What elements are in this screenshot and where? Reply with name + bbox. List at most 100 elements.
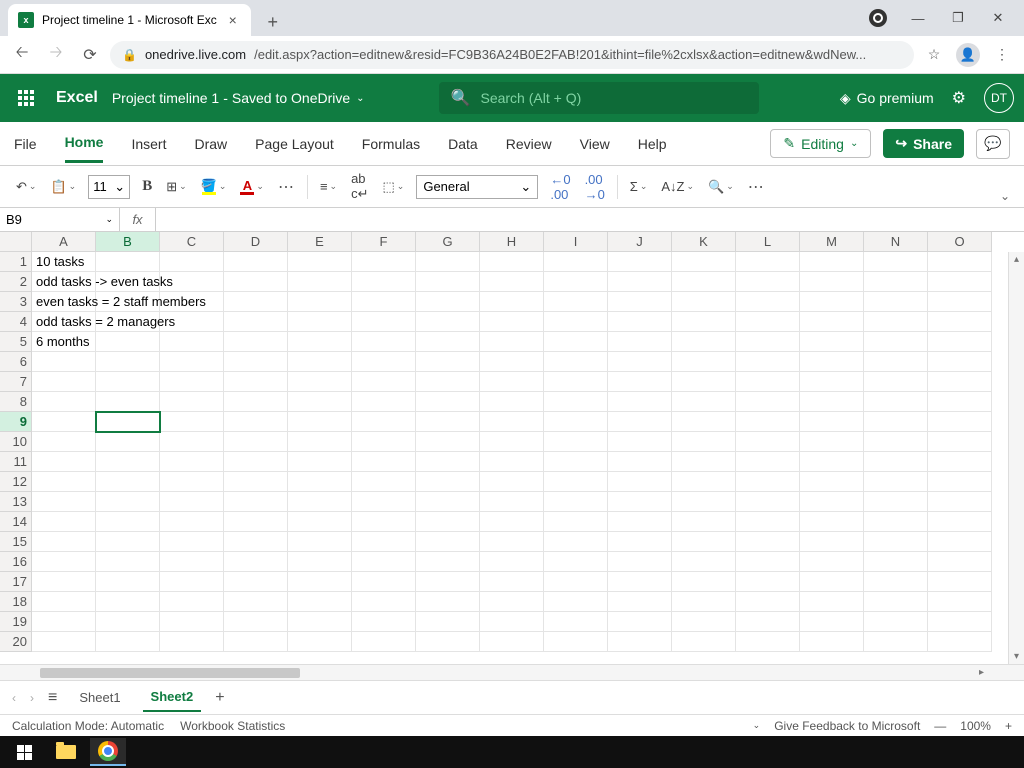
cell-J19[interactable] bbox=[608, 612, 672, 632]
cell-H8[interactable] bbox=[480, 392, 544, 412]
cell-A6[interactable] bbox=[32, 352, 96, 372]
cell-K19[interactable] bbox=[672, 612, 736, 632]
cell-D9[interactable] bbox=[224, 412, 288, 432]
cell-I5[interactable] bbox=[544, 332, 608, 352]
row-header-7[interactable]: 7 bbox=[0, 372, 32, 392]
cell-G12[interactable] bbox=[416, 472, 480, 492]
cell-F11[interactable] bbox=[352, 452, 416, 472]
cell-I2[interactable] bbox=[544, 272, 608, 292]
cell-F10[interactable] bbox=[352, 432, 416, 452]
cell-F15[interactable] bbox=[352, 532, 416, 552]
cell-N8[interactable] bbox=[864, 392, 928, 412]
col-header-E[interactable]: E bbox=[288, 232, 352, 252]
cell-M15[interactable] bbox=[800, 532, 864, 552]
cell-M14[interactable] bbox=[800, 512, 864, 532]
cell-B10[interactable] bbox=[96, 432, 160, 452]
app-launcher-button[interactable] bbox=[10, 82, 42, 114]
cell-J17[interactable] bbox=[608, 572, 672, 592]
fx-label[interactable]: fx bbox=[120, 208, 156, 231]
cell-K6[interactable] bbox=[672, 352, 736, 372]
cell-C12[interactable] bbox=[160, 472, 224, 492]
cell-J7[interactable] bbox=[608, 372, 672, 392]
cell-B19[interactable] bbox=[96, 612, 160, 632]
cell-F12[interactable] bbox=[352, 472, 416, 492]
cell-E6[interactable] bbox=[288, 352, 352, 372]
cell-C11[interactable] bbox=[160, 452, 224, 472]
cell-F16[interactable] bbox=[352, 552, 416, 572]
increase-decimal-button[interactable]: .00→0 bbox=[583, 174, 607, 200]
cell-F18[interactable] bbox=[352, 592, 416, 612]
cell-I20[interactable] bbox=[544, 632, 608, 652]
cell-K13[interactable] bbox=[672, 492, 736, 512]
cell-B8[interactable] bbox=[96, 392, 160, 412]
cell-L10[interactable] bbox=[736, 432, 800, 452]
col-header-N[interactable]: N bbox=[864, 232, 928, 252]
cell-L18[interactable] bbox=[736, 592, 800, 612]
cell-J13[interactable] bbox=[608, 492, 672, 512]
cell-M17[interactable] bbox=[800, 572, 864, 592]
cell-O12[interactable] bbox=[928, 472, 992, 492]
tab-review[interactable]: Review bbox=[506, 126, 552, 162]
cell-G3[interactable] bbox=[416, 292, 480, 312]
cell-G13[interactable] bbox=[416, 492, 480, 512]
cell-J5[interactable] bbox=[608, 332, 672, 352]
cell-B12[interactable] bbox=[96, 472, 160, 492]
cell-J15[interactable] bbox=[608, 532, 672, 552]
paste-button[interactable]: 📋⌄ bbox=[48, 174, 78, 200]
cell-D1[interactable] bbox=[224, 252, 288, 272]
cell-A2[interactable]: odd tasks -> even tasks bbox=[32, 272, 96, 292]
cell-O6[interactable] bbox=[928, 352, 992, 372]
share-button[interactable]: ↪ Share bbox=[883, 129, 964, 158]
cell-M6[interactable] bbox=[800, 352, 864, 372]
settings-button[interactable]: ⚙ bbox=[952, 88, 966, 108]
cell-C16[interactable] bbox=[160, 552, 224, 572]
workbook-stats-label[interactable]: Workbook Statistics bbox=[180, 719, 285, 733]
cell-N11[interactable] bbox=[864, 452, 928, 472]
search-input[interactable] bbox=[480, 90, 746, 106]
cell-J6[interactable] bbox=[608, 352, 672, 372]
cell-N19[interactable] bbox=[864, 612, 928, 632]
cell-E11[interactable] bbox=[288, 452, 352, 472]
cell-N7[interactable] bbox=[864, 372, 928, 392]
cell-C15[interactable] bbox=[160, 532, 224, 552]
cell-F19[interactable] bbox=[352, 612, 416, 632]
cell-B14[interactable] bbox=[96, 512, 160, 532]
cell-M10[interactable] bbox=[800, 432, 864, 452]
cell-B15[interactable] bbox=[96, 532, 160, 552]
cell-I17[interactable] bbox=[544, 572, 608, 592]
col-header-O[interactable]: O bbox=[928, 232, 992, 252]
go-premium-button[interactable]: ◈ Go premium bbox=[840, 90, 934, 107]
cell-E16[interactable] bbox=[288, 552, 352, 572]
maximize-button[interactable]: ❐ bbox=[944, 4, 972, 32]
cell-M5[interactable] bbox=[800, 332, 864, 352]
cell-A12[interactable] bbox=[32, 472, 96, 492]
cell-K18[interactable] bbox=[672, 592, 736, 612]
cell-L3[interactable] bbox=[736, 292, 800, 312]
cell-H4[interactable] bbox=[480, 312, 544, 332]
cell-A14[interactable] bbox=[32, 512, 96, 532]
cell-L9[interactable] bbox=[736, 412, 800, 432]
cell-D4[interactable] bbox=[224, 312, 288, 332]
cell-O2[interactable] bbox=[928, 272, 992, 292]
cell-C14[interactable] bbox=[160, 512, 224, 532]
cell-G17[interactable] bbox=[416, 572, 480, 592]
tab-help[interactable]: Help bbox=[638, 126, 667, 162]
cell-G9[interactable] bbox=[416, 412, 480, 432]
cell-L6[interactable] bbox=[736, 352, 800, 372]
cell-N3[interactable] bbox=[864, 292, 928, 312]
cell-H20[interactable] bbox=[480, 632, 544, 652]
cell-N14[interactable] bbox=[864, 512, 928, 532]
cell-F3[interactable] bbox=[352, 292, 416, 312]
cell-J14[interactable] bbox=[608, 512, 672, 532]
forward-button[interactable]: 🡢 bbox=[42, 41, 70, 69]
horizontal-scrollbar[interactable]: ▸ bbox=[0, 664, 1024, 680]
cell-E9[interactable] bbox=[288, 412, 352, 432]
cell-K9[interactable] bbox=[672, 412, 736, 432]
cell-K5[interactable] bbox=[672, 332, 736, 352]
cell-L11[interactable] bbox=[736, 452, 800, 472]
cell-C13[interactable] bbox=[160, 492, 224, 512]
new-tab-button[interactable]: + bbox=[259, 8, 287, 36]
cell-G18[interactable] bbox=[416, 592, 480, 612]
cell-N17[interactable] bbox=[864, 572, 928, 592]
cell-M8[interactable] bbox=[800, 392, 864, 412]
